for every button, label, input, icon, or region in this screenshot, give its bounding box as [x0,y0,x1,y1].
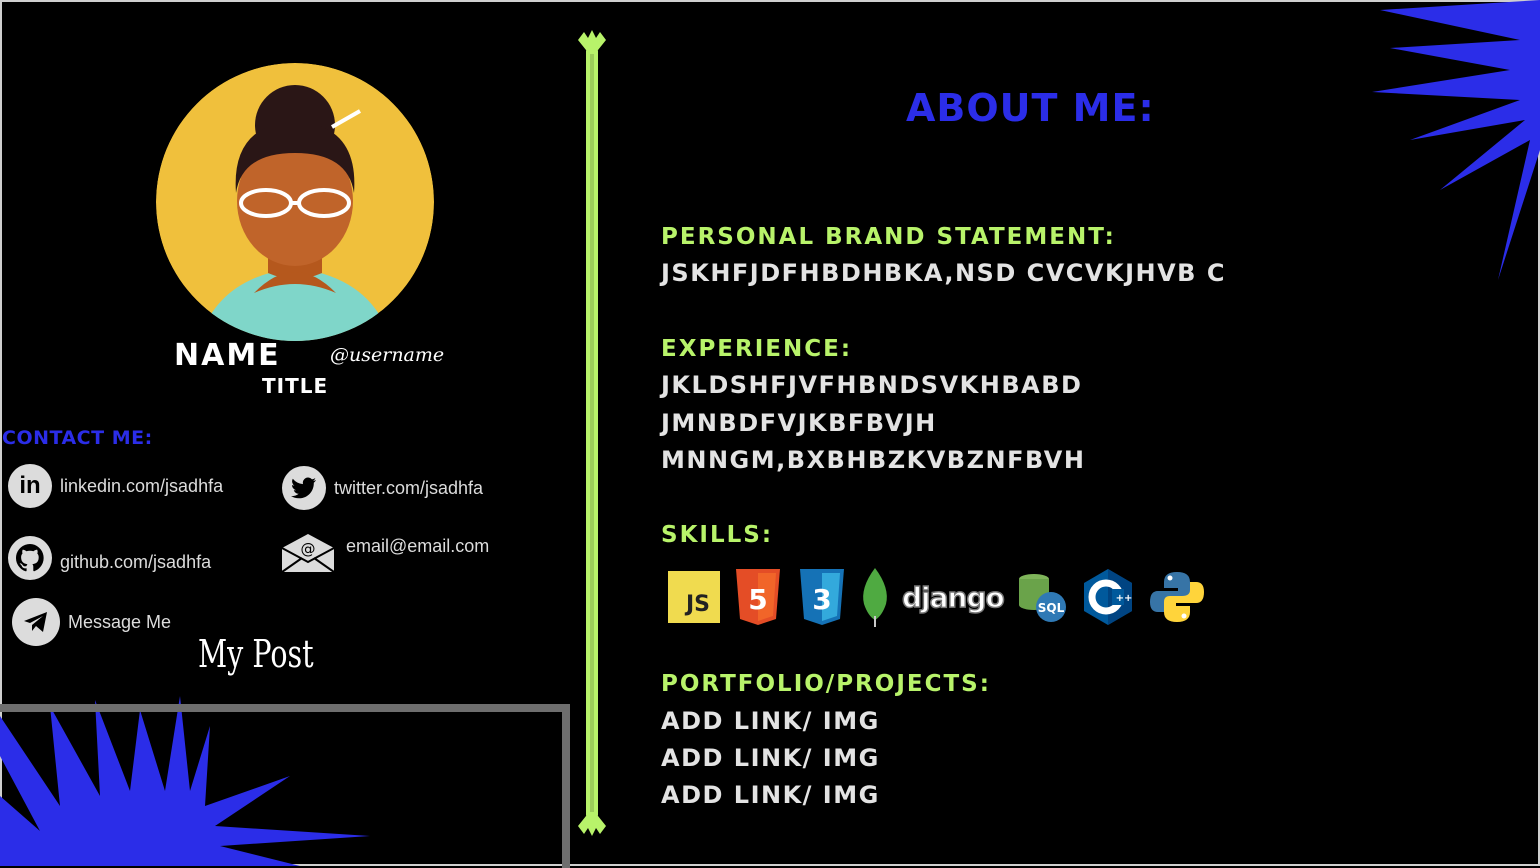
github-link[interactable]: github.com/jsadhfa [60,552,211,573]
svg-text:SQL: SQL [1038,601,1065,615]
svg-text:5: 5 [748,583,767,616]
css3-icon: 3 [800,569,844,625]
portfolio-link[interactable]: ADD LINK/ IMG [661,777,880,814]
portfolio-link[interactable]: ADD LINK/ IMG [661,740,880,777]
skills-heading: SKILLS: [661,522,774,548]
skills-icons: JS 5 3 django SQL ++ [668,566,1206,628]
contact-twitter[interactable]: twitter.com/jsadhfa [282,466,483,510]
experience-line: JKLDSHFJVFHBNDSVKHBABD [661,371,1083,399]
cplusplus-icon: ++ [1083,569,1132,625]
about-heading: ABOUT ME: [906,86,1155,130]
starburst-top-right [1372,0,1540,280]
contact-github[interactable]: github.com/jsadhfa [8,536,211,580]
message-link[interactable]: Message Me [68,612,171,633]
portfolio-link[interactable]: ADD LINK/ IMG [661,703,880,740]
profile-username: @username [330,344,445,366]
sql-icon: SQL [1018,574,1066,622]
svg-text:3: 3 [812,583,831,616]
avatar [156,63,434,341]
post-box [0,704,570,868]
python-icon [1149,572,1204,622]
brand-heading: PERSONAL BRAND STATEMENT: [661,224,1116,250]
mongodb-icon [863,568,887,627]
contact-message[interactable]: Message Me [12,598,171,646]
experience-line: JMNBDFVJKBFBVJH [661,409,937,437]
html5-icon: 5 [736,569,780,625]
telegram-icon [12,598,60,646]
contact-linkedin[interactable]: in linkedin.com/jsadhfa [8,464,223,508]
github-icon [8,536,52,580]
twitter-icon [282,466,326,510]
svg-text:++: ++ [1115,593,1132,604]
contact-email[interactable]: @ email@email.com [280,532,489,574]
javascript-icon: JS [668,571,720,623]
profile-name: NAME [174,338,281,373]
my-post-heading: My Post [198,632,314,676]
portfolio-heading: PORTFOLIO/PROJECTS: [661,671,991,697]
experience-line: MNNGM,BXBHBZKVBZNFBVH [661,446,1086,474]
brand-text: JSKHFJDFHBDHBKA,NSD CVCVKJHVB C [661,259,1226,287]
linkedin-link[interactable]: linkedin.com/jsadhfa [60,476,223,497]
experience-heading: EXPERIENCE: [661,336,853,362]
linkedin-icon: in [8,464,52,508]
vertical-divider [578,30,606,836]
twitter-link[interactable]: twitter.com/jsadhfa [334,478,483,499]
email-link[interactable]: email@email.com [346,536,489,557]
svg-text:@: @ [301,540,316,558]
django-icon: django [901,580,1005,615]
email-icon: @ [280,532,336,574]
profile-title: TITLE [262,374,329,398]
contact-heading: CONTACT ME: [2,427,153,449]
